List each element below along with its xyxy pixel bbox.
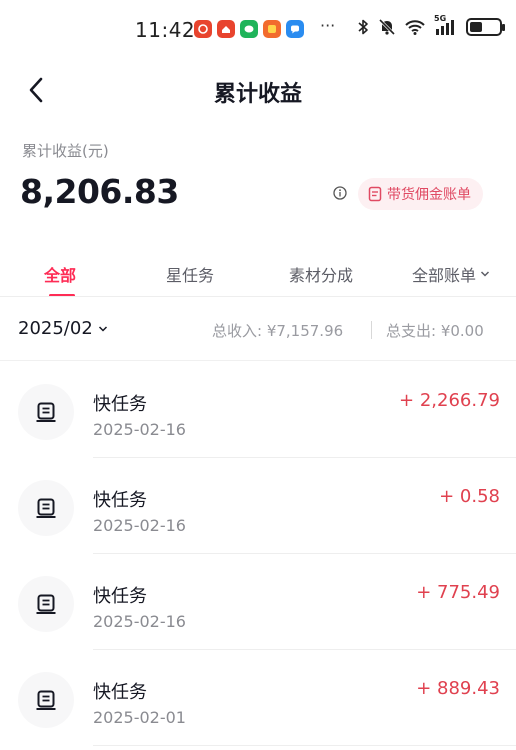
- item-date: 2025-02-16: [93, 612, 186, 631]
- notification-icons: [194, 20, 304, 38]
- item-title: 快任务: [93, 586, 147, 607]
- bill-icon: [368, 186, 382, 202]
- tab-all[interactable]: 全部: [44, 262, 76, 286]
- item-title: 快任务: [93, 394, 147, 415]
- total-earnings-label: 累计收益(元): [22, 142, 109, 160]
- tab-material-share[interactable]: 素材分成: [289, 262, 353, 286]
- task-icon: [18, 576, 74, 632]
- page-title: 累计收益: [213, 82, 302, 107]
- item-date: 2025-02-01: [93, 708, 186, 727]
- system-icons: 5G: [356, 14, 505, 36]
- cellular-signal-icon: 5G: [434, 14, 458, 36]
- item-title: 快任务: [93, 682, 147, 703]
- app-icon-orange: [263, 20, 281, 38]
- total-earnings-value: 8,206.83: [20, 172, 179, 211]
- item-amount: + 0.58: [439, 486, 500, 507]
- list-item[interactable]: 快任务 2025-02-16 + 2,266.79: [0, 362, 516, 458]
- list-item[interactable]: 快任务 2025-02-16 + 775.49: [0, 554, 516, 650]
- app-icon-green: [240, 20, 258, 38]
- summary-separator: [371, 321, 372, 339]
- status-bar: 11:42 ··· 5G: [0, 0, 516, 62]
- item-amount: + 775.49: [416, 582, 500, 603]
- task-icon: [18, 384, 74, 440]
- app-icon-blue: [286, 20, 304, 38]
- commission-bill-button[interactable]: 带货佣金账单: [358, 178, 483, 210]
- item-title: 快任务: [93, 490, 147, 511]
- item-date: 2025-02-16: [93, 516, 186, 535]
- chevron-down-icon: [480, 271, 490, 277]
- total-income: 总收入: ¥7,157.96: [212, 322, 344, 340]
- tab-star-tasks[interactable]: 星任务: [166, 262, 214, 286]
- item-divider: [93, 745, 516, 746]
- wifi-icon: [405, 20, 425, 35]
- bluetooth-icon: [358, 19, 368, 35]
- item-date: 2025-02-16: [93, 420, 186, 439]
- battery-icon: [466, 18, 505, 36]
- nav-bar: 累计收益: [0, 62, 516, 118]
- month-summary-row: 2025/02 总收入: ¥7,157.96 总支出: ¥0.00: [0, 306, 516, 358]
- filter-tabs: 全部 星任务 素材分成 全部账单: [0, 252, 516, 297]
- info-icon[interactable]: [333, 186, 347, 200]
- tabs-divider: [0, 296, 516, 297]
- item-amount: + 889.43: [416, 678, 500, 699]
- mute-bell-icon: [378, 18, 396, 36]
- month-label: 2025/02: [18, 318, 93, 339]
- tab-all-bills-dropdown[interactable]: 全部账单: [412, 262, 490, 286]
- month-divider: [0, 360, 516, 361]
- chevron-down-icon: [98, 325, 107, 332]
- app-icon-red-1: [194, 20, 212, 38]
- task-icon: [18, 672, 74, 728]
- item-amount: + 2,266.79: [399, 390, 500, 411]
- transaction-list: 快任务 2025-02-16 + 2,266.79 快任务 2025-02-16…: [0, 362, 516, 746]
- total-expense: 总支出: ¥0.00: [386, 322, 484, 340]
- task-icon: [18, 480, 74, 536]
- more-notifications-icon: ···: [320, 16, 336, 35]
- list-item[interactable]: 快任务 2025-02-16 + 0.58: [0, 458, 516, 554]
- commission-bill-label: 带货佣金账单: [387, 187, 471, 203]
- list-item[interactable]: 快任务 2025-02-01 + 889.43: [0, 650, 516, 746]
- app-icon-red-2: [217, 20, 235, 38]
- month-selector[interactable]: 2025/02: [18, 318, 108, 339]
- status-time: 11:42: [135, 18, 196, 42]
- tab-all-bills-label: 全部账单: [412, 266, 477, 285]
